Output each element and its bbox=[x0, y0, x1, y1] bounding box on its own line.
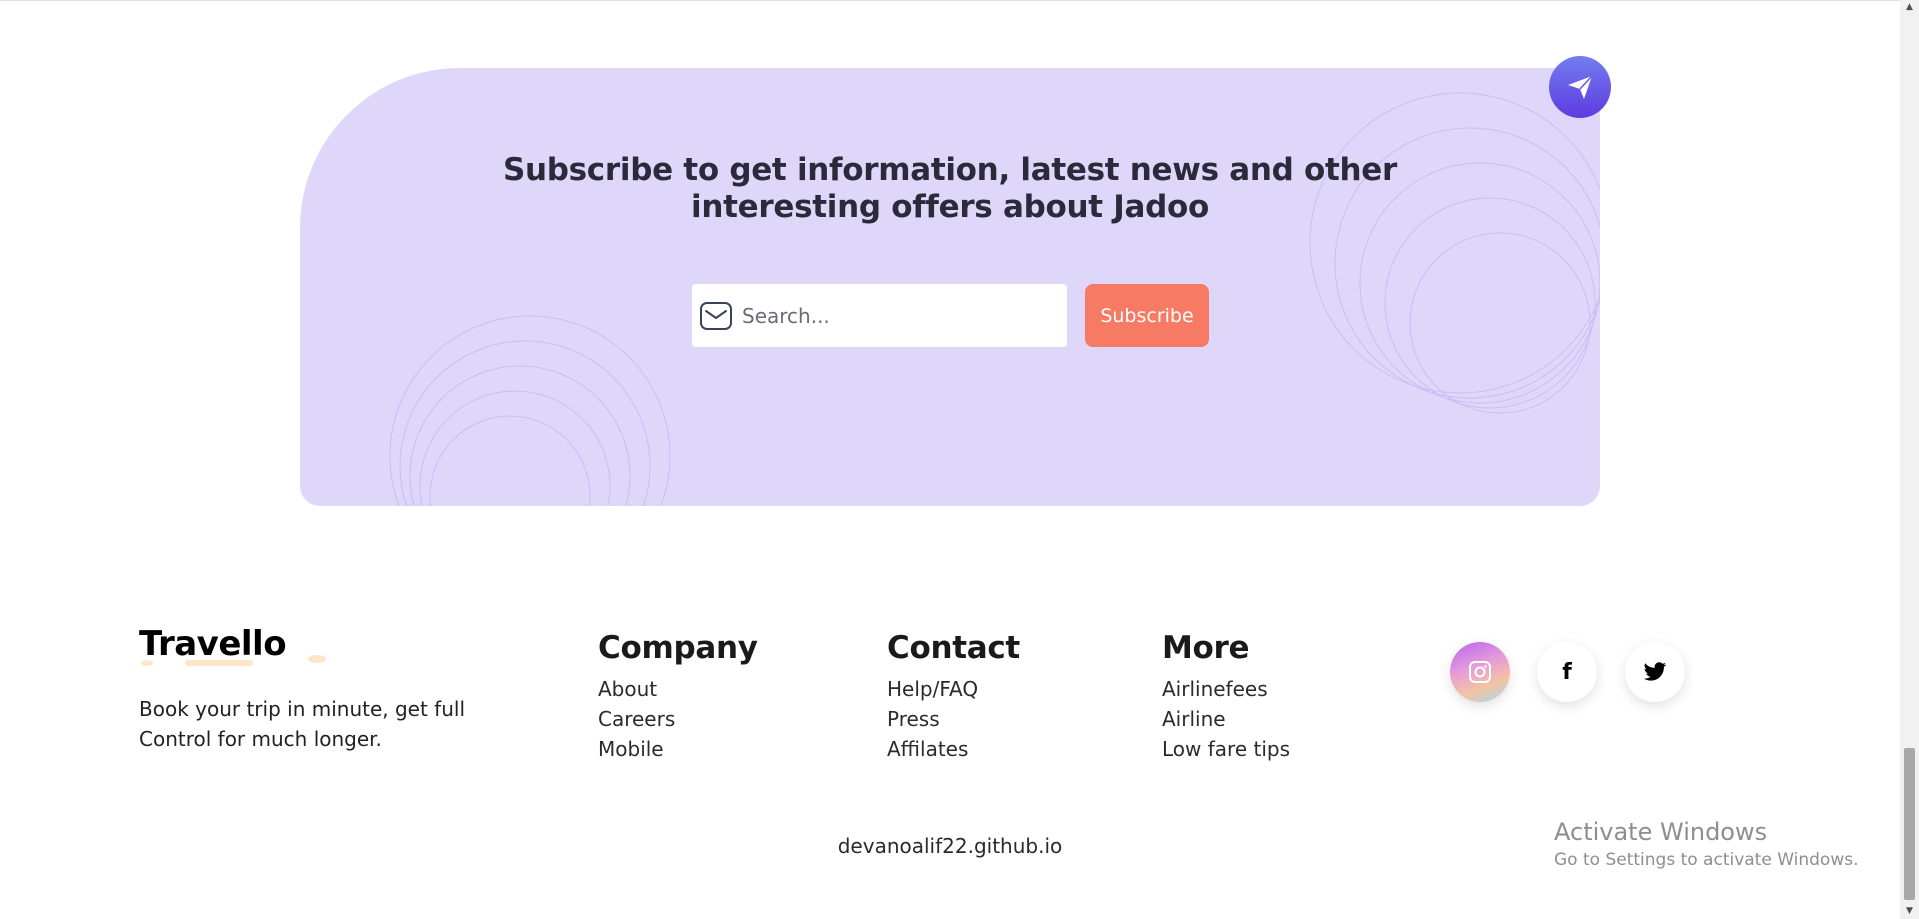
email-field-container[interactable] bbox=[692, 284, 1067, 347]
footer-link-press[interactable]: Press bbox=[887, 704, 1020, 734]
column-title: Contact bbox=[887, 630, 1020, 666]
footer-link-mobile[interactable]: Mobile bbox=[598, 734, 758, 764]
page-scrollbar[interactable]: ▲ ▼ bbox=[1900, 0, 1919, 919]
footer-column-more: More Airlinefees Airline Low fare tips bbox=[1162, 630, 1290, 764]
footer-link-low-fare-tips[interactable]: Low fare tips bbox=[1162, 734, 1290, 764]
mail-icon bbox=[698, 300, 734, 332]
subscribe-heading-line1: Subscribe to get information, latest new… bbox=[502, 152, 1398, 188]
facebook-icon[interactable]: f bbox=[1537, 642, 1597, 702]
email-input[interactable] bbox=[742, 303, 1042, 328]
subscribe-card: Subscribe to get information, latest new… bbox=[300, 68, 1600, 506]
footer-link-careers[interactable]: Careers bbox=[598, 704, 758, 734]
footer-link-help-faq[interactable]: Help/FAQ bbox=[887, 674, 1020, 704]
brand-description: Book your trip in minute, get full Contr… bbox=[139, 697, 466, 751]
instagram-icon[interactable] bbox=[1450, 642, 1510, 702]
brand-underline-decoration bbox=[141, 655, 326, 666]
watermark-subtitle: Go to Settings to activate Windows. bbox=[1554, 850, 1859, 870]
footer-column-contact: Contact Help/FAQ Press Affilates bbox=[887, 630, 1020, 764]
top-border bbox=[0, 0, 1900, 1]
facebook-glyph: f bbox=[1562, 659, 1572, 685]
subscribe-button[interactable]: Subscribe bbox=[1085, 284, 1209, 347]
subscribe-heading-line2: interesting offers about Jadoo bbox=[691, 189, 1209, 225]
footer-link-affilates[interactable]: Affilates bbox=[887, 734, 1020, 764]
twitter-icon[interactable] bbox=[1625, 642, 1685, 702]
scrollbar-thumb[interactable] bbox=[1904, 748, 1915, 900]
footer-link-airlinefees[interactable]: Airlinefees bbox=[1162, 674, 1290, 704]
watermark-title: Activate Windows bbox=[1554, 818, 1768, 846]
scroll-down-arrow-icon[interactable]: ▼ bbox=[1904, 906, 1915, 916]
scroll-up-arrow-icon[interactable]: ▲ bbox=[1904, 2, 1915, 12]
column-title: More bbox=[1162, 630, 1250, 666]
footer-link-about[interactable]: About bbox=[598, 674, 758, 704]
paper-plane-icon[interactable] bbox=[1549, 56, 1611, 118]
footer-link-airline[interactable]: Airline bbox=[1162, 704, 1290, 734]
footer-column-company: Company About Careers Mobile bbox=[598, 630, 758, 764]
footer-brand: Travello bbox=[139, 624, 326, 666]
windows-activation-watermark: Activate Windows Go to Settings to activ… bbox=[1554, 818, 1859, 870]
column-title: Company bbox=[598, 630, 758, 666]
subscribe-heading: Subscribe to get information, latest new… bbox=[300, 152, 1600, 226]
